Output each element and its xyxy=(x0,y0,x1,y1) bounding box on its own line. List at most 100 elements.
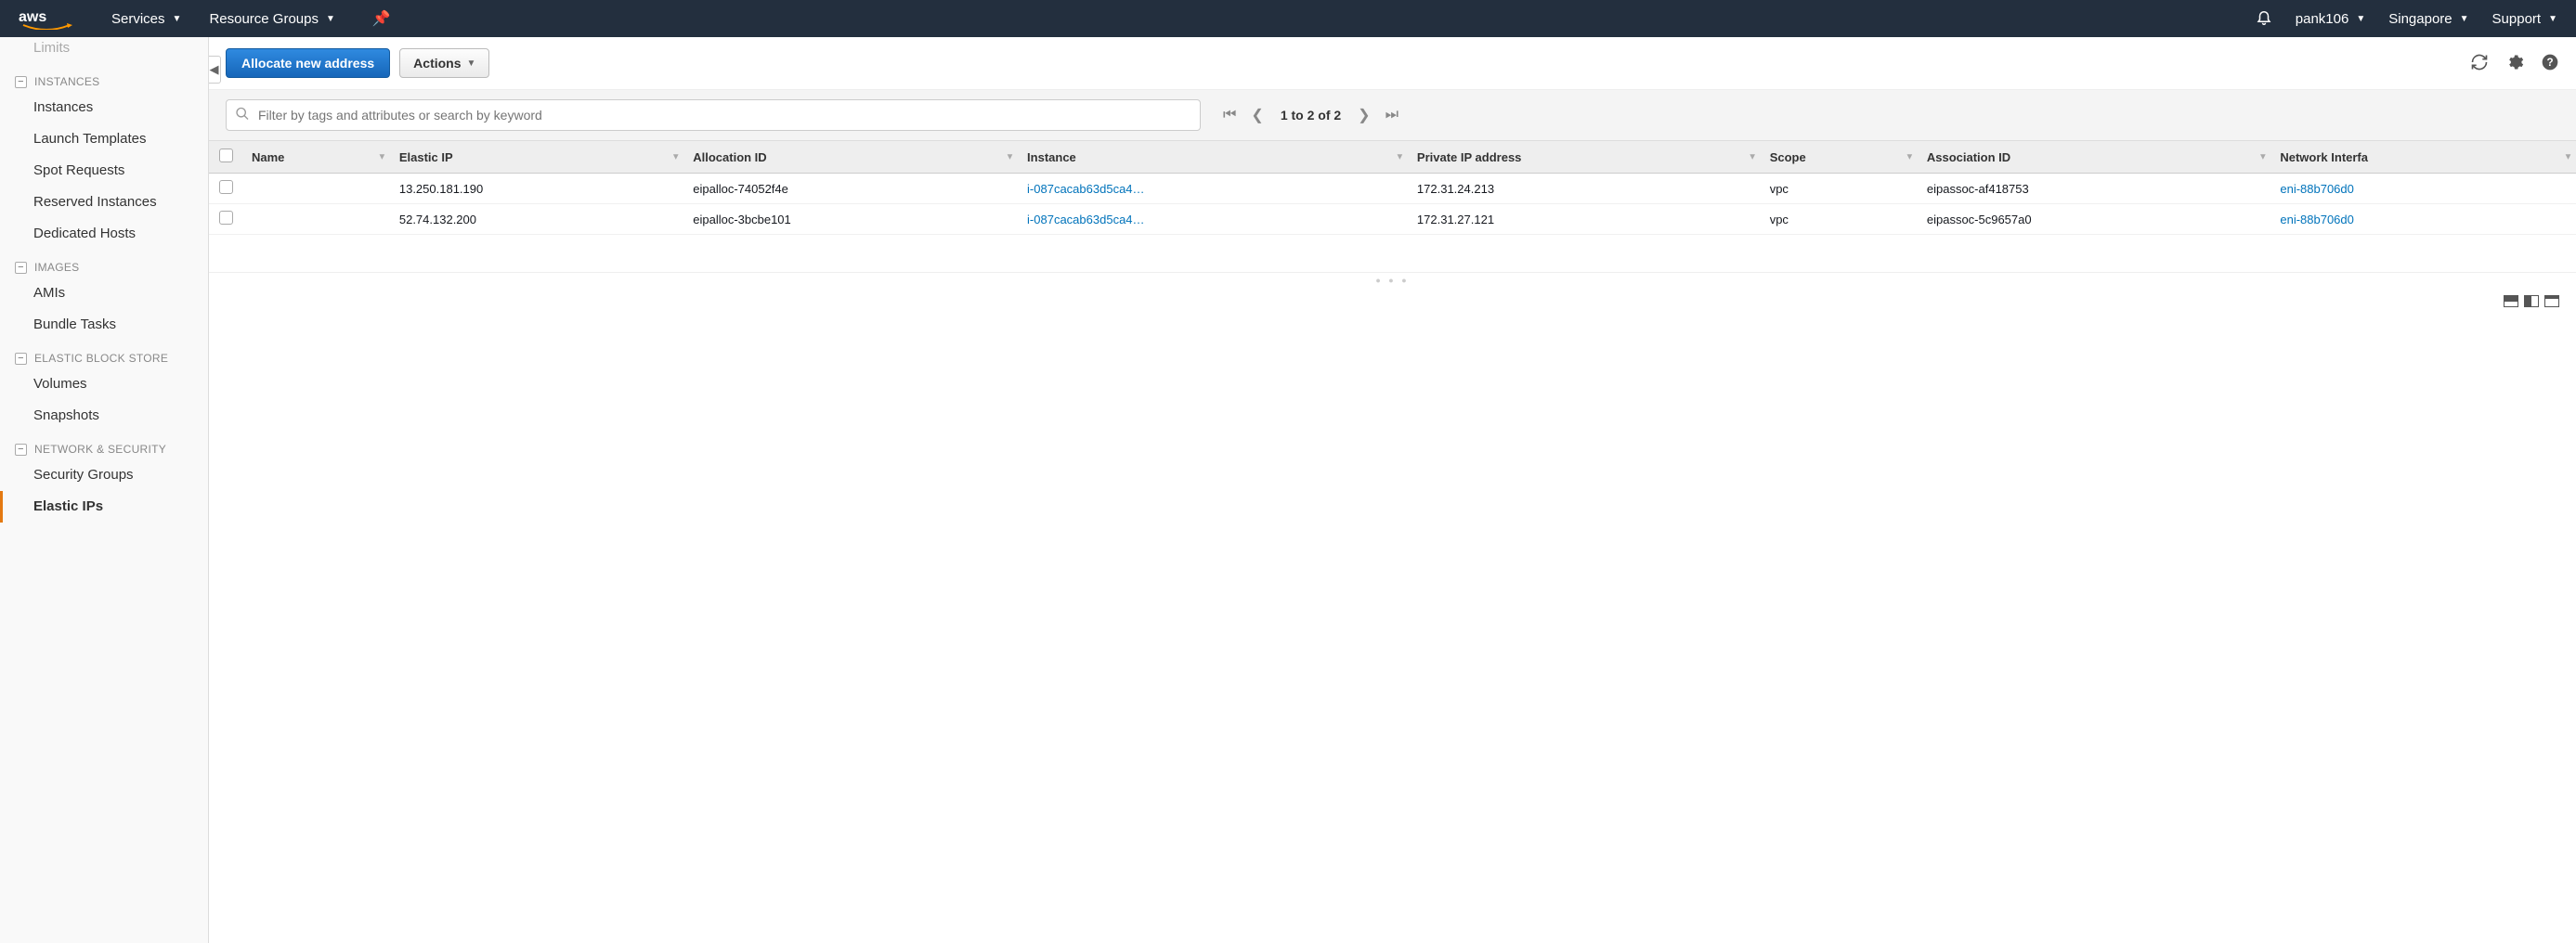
nav-support-label: Support xyxy=(2492,11,2542,27)
header-label: Association ID xyxy=(1927,150,2010,164)
filter-input[interactable] xyxy=(226,99,1201,131)
notifications-icon[interactable] xyxy=(2256,8,2272,30)
sidebar-collapse-toggle[interactable]: ◀ xyxy=(209,56,221,84)
page-next-icon[interactable]: ❯ xyxy=(1354,104,1373,126)
svg-text:aws: aws xyxy=(19,9,46,25)
nav-services[interactable]: Services ▼ xyxy=(111,11,181,27)
sidebar-item-spot-requests[interactable]: Spot Requests xyxy=(0,155,208,187)
sidebar-item-security-groups[interactable]: Security Groups xyxy=(0,459,208,491)
nav-right: pank106 ▼ Singapore ▼ Support ▼ xyxy=(2256,8,2557,30)
group-label: NETWORK & SECURITY xyxy=(34,443,166,456)
collapse-toggle-icon[interactable]: − xyxy=(15,262,27,274)
sort-icon: ▾ xyxy=(2566,152,2570,162)
actions-dropdown[interactable]: Actions ▼ xyxy=(399,48,489,78)
nav-user[interactable]: pank106 ▼ xyxy=(2296,11,2365,27)
sidebar-group-elastic-block-store[interactable]: −ELASTIC BLOCK STORE xyxy=(0,341,208,368)
page-first-icon[interactable]: ⏮ xyxy=(1219,105,1240,125)
cell-allocation-id: eipalloc-74052f4e xyxy=(683,174,1018,204)
nav-region[interactable]: Singapore ▼ xyxy=(2388,11,2468,27)
sidebar-item-reserved-instances[interactable]: Reserved Instances xyxy=(0,187,208,218)
refresh-icon[interactable] xyxy=(2470,53,2489,74)
settings-gear-icon[interactable] xyxy=(2505,53,2524,74)
cell-association-id: eipassoc-5c9657a0 xyxy=(1918,204,2271,235)
column-header-allocation-id[interactable]: Allocation ID ▾ xyxy=(683,141,1018,174)
pin-icon[interactable]: 📌 xyxy=(372,9,391,28)
svg-text:?: ? xyxy=(2546,57,2553,69)
nav-resource-groups[interactable]: Resource Groups ▼ xyxy=(209,11,334,27)
caret-down-icon: ▼ xyxy=(173,14,182,24)
cell-instance[interactable]: i-087cacab63d5ca4… xyxy=(1018,174,1408,204)
sidebar-group-network-security[interactable]: −NETWORK & SECURITY xyxy=(0,432,208,459)
nav-services-label: Services xyxy=(111,11,165,27)
sidebar-item-limits[interactable]: Limits xyxy=(0,37,208,64)
sidebar-item-amis[interactable]: AMIs xyxy=(0,278,208,309)
sidebar-group-instances[interactable]: −INSTANCES xyxy=(0,64,208,92)
row-checkbox[interactable] xyxy=(219,211,233,225)
table-row[interactable]: 52.74.132.200eipalloc-3bcbe101i-087cacab… xyxy=(209,204,2576,235)
sidebar-item-bundle-tasks[interactable]: Bundle Tasks xyxy=(0,309,208,341)
column-header-private-ip-address[interactable]: Private IP address▾ xyxy=(1408,141,1761,174)
sidebar-item-snapshots[interactable]: Snapshots xyxy=(0,400,208,432)
select-all-checkbox[interactable] xyxy=(219,149,233,162)
column-header-association-id[interactable]: Association ID▾ xyxy=(1918,141,2271,174)
actions-label: Actions xyxy=(413,56,461,71)
caret-down-icon: ▼ xyxy=(326,14,335,24)
column-header-network-interfa[interactable]: Network Interfa▾ xyxy=(2270,141,2576,174)
collapse-toggle-icon[interactable]: − xyxy=(15,444,27,456)
row-checkbox[interactable] xyxy=(219,180,233,194)
eni-link[interactable]: eni-88b706d0 xyxy=(2280,213,2354,226)
column-header-elastic-ip[interactable]: Elastic IP ▾ xyxy=(390,141,683,174)
toolbar: Allocate new address Actions ▼ ? xyxy=(209,37,2576,90)
panel-resize-handle[interactable]: ● ● ● xyxy=(209,272,2576,288)
table-row[interactable]: 13.250.181.190eipalloc-74052f4e i-087caca… xyxy=(209,174,2576,204)
collapse-toggle-icon[interactable]: − xyxy=(15,76,27,88)
collapse-toggle-icon[interactable]: − xyxy=(15,353,27,365)
cell-instance[interactable]: i-087cacab63d5ca4… xyxy=(1018,204,1408,235)
content-pane: ◀ Allocate new address Actions ▼ ? xyxy=(209,37,2576,943)
view-bottom-icon[interactable] xyxy=(2544,295,2559,307)
header-label: Elastic IP xyxy=(399,150,453,164)
cell-network-interface[interactable]: eni-88b706d0 xyxy=(2270,174,2576,204)
instance-link[interactable]: i-087cacab63d5ca4… xyxy=(1027,182,1144,196)
cell-elastic-ip: 52.74.132.200 xyxy=(390,204,683,235)
caret-down-icon: ▼ xyxy=(2356,14,2365,24)
sidebar-item-dedicated-hosts[interactable]: Dedicated Hosts xyxy=(0,218,208,250)
header-label: Instance xyxy=(1027,150,1076,164)
nav-resource-groups-label: Resource Groups xyxy=(209,11,319,27)
group-label: IMAGES xyxy=(34,261,79,274)
eni-link[interactable]: eni-88b706d0 xyxy=(2280,182,2354,196)
aws-logo[interactable]: aws xyxy=(19,7,74,30)
column-header-scope[interactable]: Scope▾ xyxy=(1761,141,1918,174)
pager: ⏮ ❮ 1 to 2 of 2 ❯ ⏭ xyxy=(1219,104,1402,126)
sidebar-item-volumes[interactable]: Volumes xyxy=(0,368,208,400)
cell-network-interface[interactable]: eni-88b706d0 xyxy=(2270,204,2576,235)
page-prev-icon[interactable]: ❮ xyxy=(1247,104,1267,126)
column-header-instance[interactable]: Instance ▾ xyxy=(1018,141,1408,174)
sidebar-item-launch-templates[interactable]: Launch Templates xyxy=(0,123,208,155)
help-icon[interactable]: ? xyxy=(2541,53,2559,74)
view-top-icon[interactable] xyxy=(2504,295,2518,307)
nav-support[interactable]: Support ▼ xyxy=(2492,11,2557,27)
sort-icon: ▾ xyxy=(1008,152,1012,162)
sidebar-item-elastic-ips[interactable]: Elastic IPs xyxy=(0,491,208,523)
cell-scope: vpc xyxy=(1761,204,1918,235)
page-last-icon[interactable]: ⏭ xyxy=(1382,105,1402,125)
sort-icon: ▾ xyxy=(1398,152,1402,162)
sort-icon: ▾ xyxy=(673,152,678,162)
search-wrap xyxy=(226,99,1201,131)
cell-scope: vpc xyxy=(1761,174,1918,204)
sidebar-item-instances[interactable]: Instances xyxy=(0,92,208,123)
caret-down-icon: ▼ xyxy=(2548,14,2557,24)
sidebar: Limits −INSTANCESInstancesLaunch Templat… xyxy=(0,37,209,943)
sidebar-group-images[interactable]: −IMAGES xyxy=(0,250,208,278)
table-wrap: Name▾Elastic IP▾Allocation ID▾Instance▾P… xyxy=(209,141,2576,235)
header-label: Allocation ID xyxy=(693,150,766,164)
header-label: Name xyxy=(252,150,284,164)
cell-elastic-ip: 13.250.181.190 xyxy=(390,174,683,204)
column-header-name[interactable]: Name▾ xyxy=(242,141,390,174)
allocate-new-address-button[interactable]: Allocate new address xyxy=(226,48,390,78)
nav-region-label: Singapore xyxy=(2388,11,2452,27)
view-split-icon[interactable] xyxy=(2524,295,2539,307)
instance-link[interactable]: i-087cacab63d5ca4… xyxy=(1027,213,1144,226)
main-layout: Limits −INSTANCESInstancesLaunch Templat… xyxy=(0,37,2576,943)
